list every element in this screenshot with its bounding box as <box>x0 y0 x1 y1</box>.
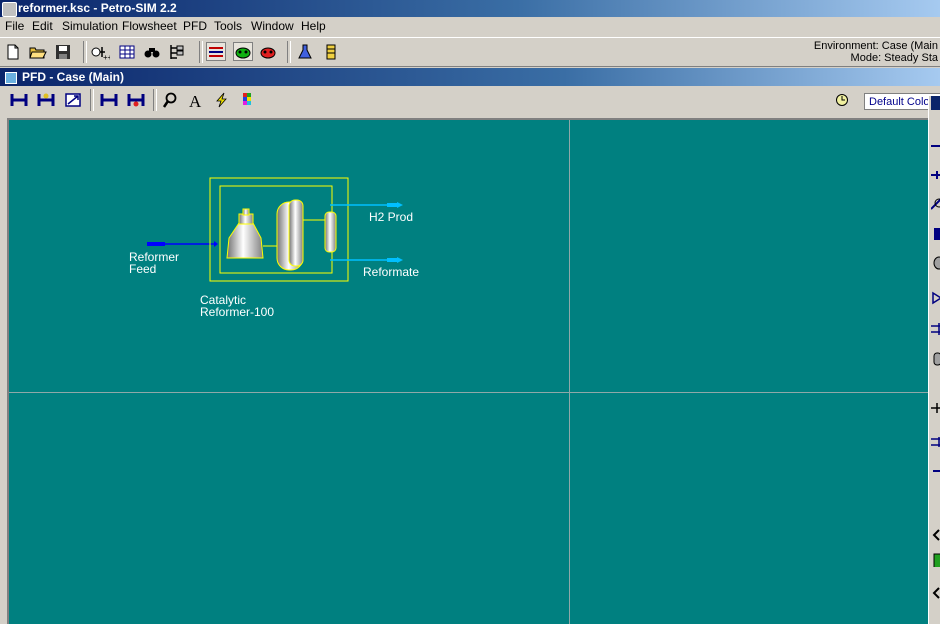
pfd-view-button[interactable] <box>206 42 226 61</box>
app-title-bar: reformer.ksc - Petro-SIM 2.2 <box>0 0 940 17</box>
zoom-tool-button[interactable] <box>160 90 180 109</box>
size-mode-icon <box>100 93 118 106</box>
menu-simulation[interactable]: Simulation <box>62 19 118 33</box>
palette-valve-icon[interactable] <box>931 197 940 211</box>
attach-mode-icon <box>127 93 145 106</box>
palette-recycle-icon[interactable] <box>931 435 940 449</box>
app-title: reformer.ksc - Petro-SIM 2.2 <box>18 1 177 15</box>
pfd-window-title-bar: PFD - Case (Main) <box>0 68 940 86</box>
lab-button[interactable] <box>295 42 315 61</box>
binoculars-icon <box>144 47 160 57</box>
reformate-stream[interactable] <box>330 257 403 263</box>
menu-help[interactable]: Help <box>301 19 326 33</box>
text-a-icon: A <box>189 92 202 108</box>
find-object-button[interactable] <box>142 42 162 61</box>
color-scheme-button[interactable] <box>237 90 257 109</box>
flowsheet-drawing <box>147 177 403 282</box>
solver-active-button[interactable] <box>233 42 253 61</box>
palette-exchanger-icon[interactable] <box>931 322 940 336</box>
pfd-toolbar: A Default Colo <box>0 86 940 116</box>
open-file-button[interactable] <box>28 42 48 61</box>
unit-label-line2: Reformer-100 <box>200 305 275 319</box>
red-light-icon <box>260 47 276 58</box>
navigator-tree-icon <box>170 44 184 59</box>
zoom-in-icon <box>37 93 55 106</box>
palette-splitter-icon[interactable] <box>931 401 940 415</box>
palette-scroll-down-icon[interactable] <box>931 586 940 600</box>
palette-column-icon[interactable] <box>931 227 940 241</box>
zoom-in-button[interactable] <box>36 90 56 109</box>
menu-window[interactable]: Window <box>251 19 294 33</box>
catalytic-reformer-unit[interactable] <box>209 177 349 282</box>
menu-tools[interactable]: Tools <box>214 19 242 33</box>
palette-separator-icon[interactable] <box>931 256 940 270</box>
main-toolbar: ++ Environment: Case (Main Mode: Steady … <box>0 37 940 67</box>
object-navigator-button[interactable] <box>167 42 187 61</box>
palette-pump-icon[interactable] <box>931 291 940 305</box>
zoom-all-button[interactable] <box>9 90 29 109</box>
new-file-icon <box>7 44 19 59</box>
size-mode-button[interactable] <box>99 90 119 109</box>
reformate-label: Reformate <box>363 265 420 279</box>
color-palette-icon <box>243 92 251 105</box>
zoom-all-icon <box>10 93 28 106</box>
feed-label-line2: Feed <box>129 262 157 276</box>
zoom-fit-icon <box>65 92 81 107</box>
environment-status: Environment: Case (Main <box>813 40 938 52</box>
h2-prod-label: H2 Prod <box>369 210 414 224</box>
lightning-icon <box>216 92 227 107</box>
object-palette <box>928 96 940 624</box>
column-button[interactable] <box>321 42 341 61</box>
solver-holding-button[interactable] <box>258 42 278 61</box>
palette-stream-icon[interactable] <box>931 168 940 182</box>
green-light-icon <box>235 47 251 58</box>
svg-text:++: ++ <box>103 53 110 61</box>
palette-mixer-icon[interactable] <box>931 139 940 153</box>
mode-status: Mode: Steady Sta <box>850 52 938 64</box>
molecule-icon: ++ <box>91 46 110 61</box>
reformer-feed-stream[interactable] <box>147 241 218 247</box>
column-icon <box>326 44 336 59</box>
app-icon[interactable] <box>2 2 17 17</box>
save-button[interactable] <box>53 42 73 61</box>
pfd-lines-icon <box>209 46 223 57</box>
svg-text:A: A <box>189 92 202 108</box>
quick-route-button[interactable] <box>212 90 232 109</box>
menu-edit[interactable]: Edit <box>32 19 53 33</box>
palette-scroll-left-icon[interactable] <box>931 528 940 542</box>
menu-file[interactable]: File <box>5 19 24 33</box>
flask-icon <box>298 44 312 58</box>
palette-tank-icon[interactable] <box>931 352 940 366</box>
add-text-button[interactable]: A <box>186 90 206 109</box>
menu-pfd[interactable]: PFD <box>183 19 207 33</box>
menu-bar: File Edit Simulation Flowsheet PFD Tools… <box>0 17 940 36</box>
palette-title-icon[interactable] <box>931 96 940 110</box>
component-list-button[interactable]: ++ <box>90 42 110 61</box>
pfd-canvas[interactable]: Reformer Feed H2 Prod Reformate Catalyti… <box>7 118 928 624</box>
open-folder-icon <box>29 47 47 58</box>
refresh-button[interactable] <box>832 90 852 109</box>
pfd-window-icon[interactable] <box>5 72 17 84</box>
palette-arrow-icon[interactable] <box>931 464 940 478</box>
workbook-button[interactable] <box>117 42 137 61</box>
spreadsheet-icon <box>119 45 135 58</box>
new-file-button[interactable] <box>3 42 23 61</box>
floppy-disk-icon <box>56 44 70 59</box>
clock-icon <box>836 93 848 106</box>
h2-prod-stream[interactable] <box>330 202 403 208</box>
zoom-fit-button[interactable] <box>63 90 83 109</box>
attach-mode-button[interactable] <box>126 90 146 109</box>
magnifier-icon <box>162 92 177 108</box>
pfd-window-title: PFD - Case (Main) <box>22 70 125 84</box>
palette-bar-icon[interactable] <box>931 553 940 567</box>
menu-flowsheet[interactable]: Flowsheet <box>122 19 177 33</box>
